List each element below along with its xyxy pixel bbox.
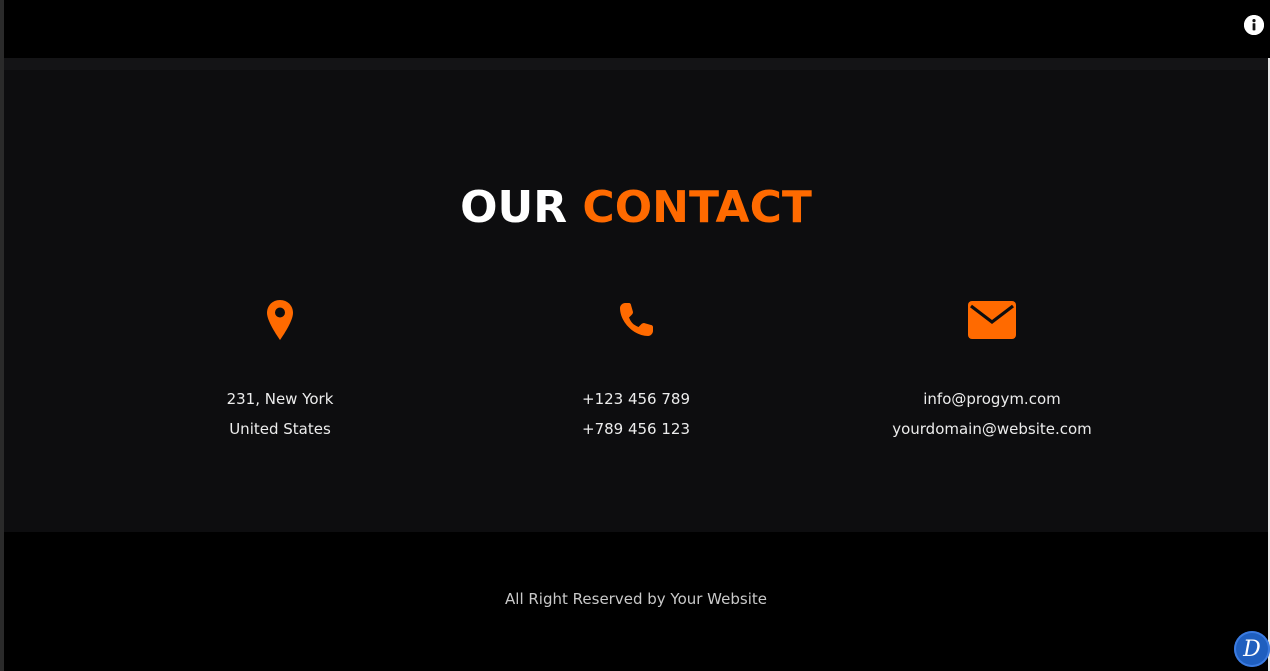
title-word-our: OUR <box>460 182 568 233</box>
footer: All Right Reserved by Your Website <box>4 532 1268 671</box>
d-badge-icon[interactable]: D <box>1234 631 1270 667</box>
address-line-2: United States <box>229 420 331 438</box>
phone-line-2[interactable]: +789 456 123 <box>456 414 816 444</box>
email-line-2[interactable]: yourdomain@website.com <box>812 414 1172 444</box>
address-line-1: 231, New York <box>226 390 334 408</box>
phone-line-1[interactable]: +123 456 789 <box>456 384 816 414</box>
divider-band <box>4 58 1268 70</box>
section-title: OUR CONTACT <box>4 180 1268 236</box>
phone-icon <box>456 298 816 342</box>
info-icon[interactable] <box>1244 15 1264 35</box>
top-bar <box>4 0 1270 58</box>
location-pin-icon <box>100 298 460 342</box>
envelope-icon <box>812 298 1172 342</box>
title-word-contact: CONTACT <box>582 182 812 233</box>
contact-section: OUR CONTACT 231, New York United States <box>4 70 1268 532</box>
contact-email: info@progym.com yourdomain@website.com <box>812 298 1172 444</box>
copyright-text: All Right Reserved by Your Website <box>505 590 767 608</box>
contact-address: 231, New York United States <box>100 298 460 444</box>
page: OUR CONTACT 231, New York United States <box>0 0 1270 671</box>
badge-letter: D <box>1243 636 1261 662</box>
contact-phone: +123 456 789 +789 456 123 <box>456 298 816 444</box>
email-line-1[interactable]: info@progym.com <box>812 384 1172 414</box>
